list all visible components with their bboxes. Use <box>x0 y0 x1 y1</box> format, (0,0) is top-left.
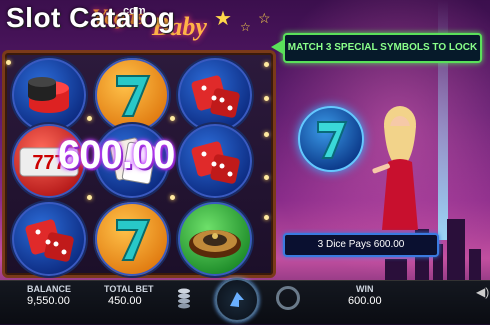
star-icon: ☆ <box>258 10 271 26</box>
symbol-roulette <box>176 200 254 278</box>
win-value: 600.00 <box>348 295 382 307</box>
special-symbols-banner: MATCH 3 SPECIAL SYMBOLS TO LOCK <box>283 33 482 63</box>
win-label: WIN <box>356 284 374 294</box>
bulb <box>264 96 269 101</box>
coin-stack-icon[interactable] <box>177 284 191 310</box>
star-icon: ☆ <box>240 20 251 34</box>
bulb <box>170 116 175 121</box>
banner-arrow <box>271 40 283 54</box>
symbol-dice <box>10 200 88 278</box>
total-bet-label: TOTAL BET <box>104 284 154 294</box>
star-icon: ★ <box>214 8 232 30</box>
spin-button[interactable] <box>215 278 259 322</box>
game-scene: Vegas Baby .com Slot Catalog ★ ☆ ☆ 777 6… <box>0 0 490 323</box>
balance-value: 9,550.00 <box>27 295 70 307</box>
bulb <box>264 175 269 180</box>
balance-label: BALANCE <box>27 284 71 294</box>
bulb <box>170 195 175 200</box>
win-amount-overlay: 600.00 <box>58 133 175 177</box>
symbol-seven <box>93 200 171 278</box>
spin-icon <box>230 292 244 307</box>
bulb <box>87 116 92 121</box>
bulb <box>6 60 11 65</box>
pays-message: 3 Dice Pays 600.00 <box>283 233 439 257</box>
bulb <box>264 215 269 220</box>
hostess-character <box>372 106 418 230</box>
symbol-dice <box>176 122 254 200</box>
autoplay-icon[interactable] <box>276 286 300 310</box>
watermark: Slot Catalog <box>6 2 176 33</box>
total-bet-value: 450.00 <box>108 295 142 307</box>
bulb <box>87 195 92 200</box>
sound-icon[interactable]: ◀) <box>476 285 489 299</box>
bulb <box>264 132 269 137</box>
special-symbol-seven <box>298 106 364 172</box>
bulb <box>264 62 269 67</box>
